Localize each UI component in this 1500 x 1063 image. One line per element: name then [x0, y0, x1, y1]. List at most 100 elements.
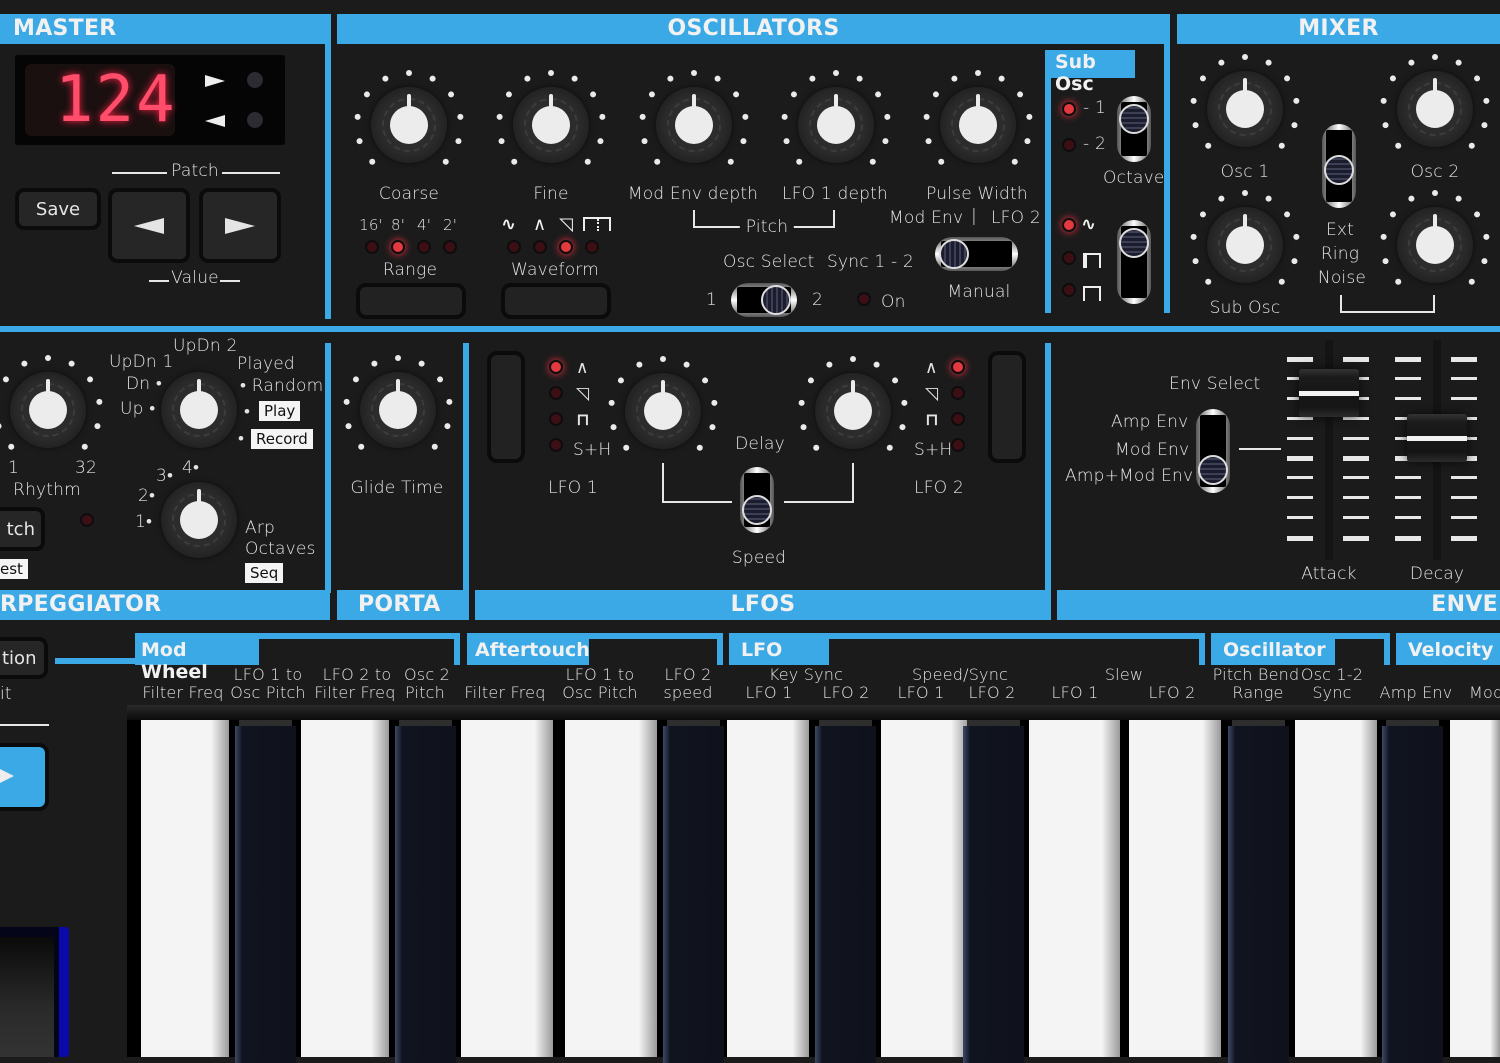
env-amp-label: Amp Env [1111, 412, 1189, 432]
knob-tick [356, 138, 363, 145]
lfo2-sawtooth-led [951, 386, 965, 400]
master-title: MASTER [13, 16, 117, 41]
white-key[interactable] [141, 720, 229, 1057]
oscillators-divider [1164, 14, 1170, 313]
delay-speed-switch[interactable] [740, 467, 774, 533]
lfo2-speed-knob[interactable] [798, 356, 908, 457]
glide-time-label: Glide Time [350, 478, 444, 498]
black-key[interactable] [395, 726, 456, 1063]
pitch-label: Pitch [739, 217, 795, 237]
knob-tick [498, 138, 505, 145]
fader-tick [1343, 516, 1369, 520]
arp-octaves-knob[interactable] [153, 474, 245, 566]
arp-octave-2-label: 2• [138, 486, 156, 506]
mw-item4-l1: Osc 2 [404, 665, 450, 684]
lfo1-wave-button[interactable] [487, 351, 525, 463]
fader-tick [1343, 476, 1369, 480]
waveform-sine-led [507, 240, 521, 254]
oscillator-perf-header: Oscillator [1211, 639, 1335, 665]
speed-sync-label: Speed/Sync [911, 665, 1009, 684]
patch-next-button[interactable] [199, 188, 281, 263]
coarse-knob[interactable] [354, 70, 464, 171]
velocity-perf-title: Velocity [1408, 639, 1494, 661]
arp-mode-knob[interactable] [153, 364, 245, 456]
white-key[interactable] [727, 720, 809, 1057]
white-key[interactable] [1450, 720, 1500, 1057]
white-key[interactable] [1029, 720, 1120, 1057]
mixer-osc2-knob[interactable] [1380, 54, 1490, 155]
black-key[interactable] [663, 726, 724, 1063]
waveform-button[interactable] [501, 283, 611, 319]
mixer-osc1-knob[interactable] [1190, 54, 1300, 155]
knob-tick [1291, 258, 1298, 265]
attack-label: Attack [1301, 564, 1357, 584]
black-key[interactable] [1382, 726, 1443, 1063]
knob-tick [796, 158, 803, 165]
sub-wave-switch[interactable] [1117, 220, 1151, 304]
knob-tick [709, 424, 716, 431]
decay-fader[interactable] [1407, 413, 1467, 462]
attack-fader[interactable] [1299, 368, 1359, 417]
fader-tick [1451, 476, 1477, 480]
white-key[interactable] [565, 720, 657, 1057]
fader-tick [1451, 536, 1477, 541]
pulse-width-knob[interactable] [923, 70, 1033, 171]
knob-tick [448, 91, 455, 98]
latch-button[interactable]: tch [0, 507, 45, 551]
black-key[interactable] [815, 726, 876, 1063]
white-key[interactable] [881, 720, 969, 1057]
pitch-wheel[interactable] [0, 927, 69, 1057]
knob-tick [869, 158, 876, 165]
fader-tick [1343, 456, 1369, 462]
black-key[interactable] [235, 726, 296, 1063]
knob-tick [345, 423, 352, 430]
left-function-button[interactable]: tion [0, 637, 48, 679]
save-button[interactable]: Save [15, 188, 101, 230]
left-panel-divider [0, 724, 49, 726]
range-button[interactable] [356, 283, 466, 319]
sync-led[interactable] [857, 292, 871, 306]
black-key[interactable] [963, 726, 1024, 1063]
knob-tick [511, 158, 518, 165]
left-panel-text: it [0, 684, 12, 704]
black-key[interactable] [1228, 726, 1289, 1063]
white-key[interactable] [1295, 720, 1377, 1057]
knob-tick [429, 75, 436, 82]
pulse-width-source-switch[interactable] [935, 237, 1018, 271]
mixer-source-switch[interactable] [1322, 124, 1356, 208]
lfo2-wave-button[interactable] [988, 351, 1026, 463]
knob-tick [1199, 211, 1206, 218]
osc-select-switch[interactable] [731, 283, 797, 317]
sync-label: Sync 1 - 2 [827, 252, 914, 272]
envelope-header: ENVE [1057, 590, 1500, 620]
mod-env-depth-knob[interactable] [639, 70, 749, 171]
sub-octave-switch[interactable] [1117, 96, 1151, 162]
white-key[interactable] [301, 720, 389, 1057]
fader-tick [1451, 516, 1477, 520]
mixer-noise-knob[interactable] [1380, 190, 1490, 291]
keyboard-top-rail [127, 705, 1500, 720]
mixer-sub-osc-knob[interactable] [1190, 190, 1300, 291]
white-key[interactable] [1129, 720, 1221, 1057]
knob-tick [781, 113, 788, 120]
lfo1-speed-knob[interactable] [608, 356, 718, 457]
knob-tick [597, 138, 604, 145]
knob-tick [875, 91, 882, 98]
fine-knob[interactable] [496, 70, 606, 171]
glide-time-knob[interactable] [343, 355, 453, 456]
at-item1-l2: Filter Freq [464, 683, 546, 702]
knob-tick [371, 360, 378, 367]
lfo1-depth-knob[interactable] [781, 70, 891, 171]
left-play-button[interactable] [0, 743, 49, 811]
patch-prev-button[interactable] [108, 188, 190, 263]
fader-tick [1287, 496, 1313, 500]
white-key[interactable] [461, 720, 553, 1057]
knob-tick [8, 443, 15, 450]
knob-tick [809, 75, 816, 82]
rhythm-knob[interactable] [0, 355, 103, 456]
up-arrow-icon [205, 75, 225, 87]
sawtooth-wave-icon: ◹ [559, 214, 573, 235]
knob-tick [524, 75, 531, 82]
env-select-switch[interactable] [1196, 409, 1230, 493]
octave-label: Octave [1103, 168, 1165, 188]
